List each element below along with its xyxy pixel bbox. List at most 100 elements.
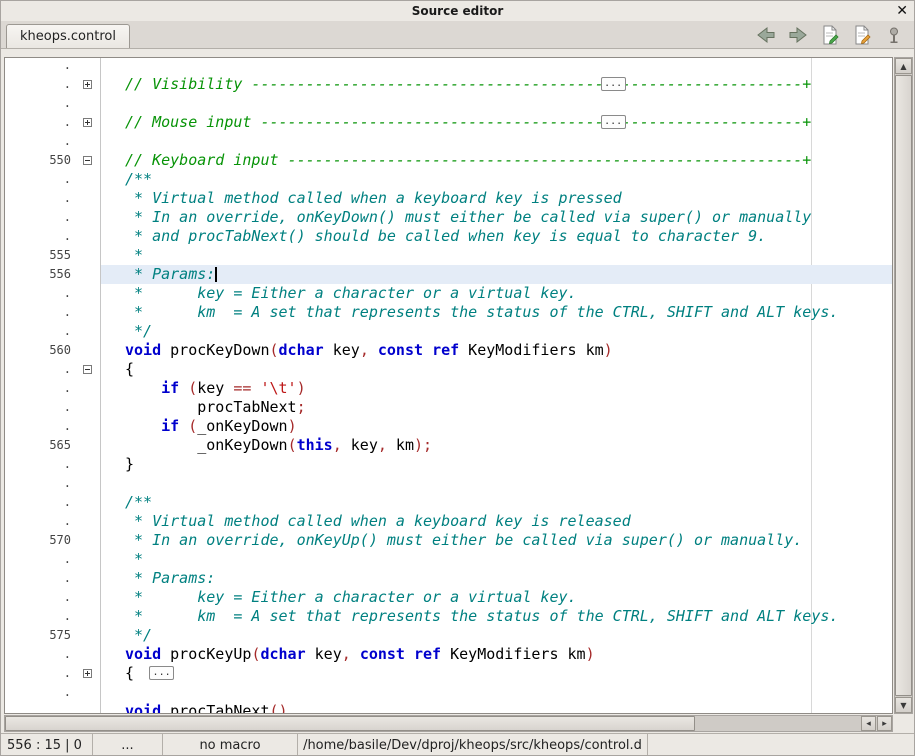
code-line[interactable]: . * key = Either a character or a virtua… xyxy=(5,588,892,607)
collapsed-code-icon[interactable]: ... xyxy=(601,77,626,91)
code-line[interactable]: 550// Keyboard input -------------------… xyxy=(5,151,892,170)
close-window-button[interactable]: ✕ xyxy=(896,2,908,20)
code-line[interactable]: . xyxy=(5,474,892,493)
code-line-text[interactable]: // Visibility --------------------------… xyxy=(101,75,892,94)
code-line[interactable]: .void procTabNext() xyxy=(5,702,892,715)
fold-expand-icon[interactable] xyxy=(83,669,92,678)
line-number: . xyxy=(5,455,75,474)
code-line-text[interactable]: * In an override, onKeyUp() must either … xyxy=(101,531,892,550)
code-line-text[interactable]: * In an override, onKeyDown() must eithe… xyxy=(101,208,892,227)
code-line-text[interactable] xyxy=(101,57,892,75)
code-line-text[interactable]: void procKeyDown(dchar key, const ref Ke… xyxy=(101,341,892,360)
code-line[interactable]: . procTabNext; xyxy=(5,398,892,417)
horizontal-scrollbar[interactable]: ◂ ▸ xyxy=(4,715,893,732)
code-line[interactable]: . * Params: xyxy=(5,569,892,588)
code-line[interactable]: . xyxy=(5,94,892,113)
code-line[interactable]: .{... xyxy=(5,664,892,683)
code-line-text[interactable]: * Params: xyxy=(101,569,892,588)
code-line[interactable]: . * Virtual method called when a keyboar… xyxy=(5,189,892,208)
code-line[interactable]: 556 * Params: xyxy=(5,265,892,284)
code-line-text[interactable]: // Mouse input -------------------------… xyxy=(101,113,892,132)
code-line-text[interactable]: } xyxy=(101,455,892,474)
code-line[interactable]: 570 * In an override, onKeyUp() must eit… xyxy=(5,531,892,550)
fold-expand-icon[interactable] xyxy=(83,118,92,127)
code-line[interactable]: . * km = A set that represents the statu… xyxy=(5,607,892,626)
scroll-up-button[interactable]: ▲ xyxy=(895,58,912,74)
code-line-text[interactable]: * key = Either a character or a virtual … xyxy=(101,284,892,303)
tab-kheops-control[interactable]: kheops.control xyxy=(6,24,130,48)
vertical-scrollbar[interactable]: ▲ ▼ xyxy=(894,57,913,714)
code-editor[interactable]: ..// Visibility ------------------------… xyxy=(4,57,893,714)
code-line-text[interactable] xyxy=(101,474,892,493)
code-line-text[interactable]: {... xyxy=(101,664,892,683)
code-line[interactable]: 555 * xyxy=(5,246,892,265)
code-line-text[interactable]: * km = A set that represents the status … xyxy=(101,303,892,322)
go-forward-button[interactable] xyxy=(786,23,810,47)
code-line[interactable]: . xyxy=(5,683,892,702)
collapsed-code-icon[interactable]: ... xyxy=(601,115,626,129)
code-line-text[interactable]: * xyxy=(101,550,892,569)
code-line-text[interactable]: */ xyxy=(101,626,892,645)
code-line-text[interactable]: /** xyxy=(101,170,892,189)
code-line-text[interactable]: * Params: xyxy=(101,265,892,284)
code-line-text[interactable] xyxy=(101,132,892,151)
scroll-left-button[interactable]: ◂ xyxy=(861,716,876,731)
edit-document-button[interactable] xyxy=(818,23,842,47)
code-line-text[interactable]: * key = Either a character or a virtual … xyxy=(101,588,892,607)
code-line[interactable]: . * Virtual method called when a keyboar… xyxy=(5,512,892,531)
code-line[interactable]: 575 */ xyxy=(5,626,892,645)
code-line-text[interactable]: * km = A set that represents the status … xyxy=(101,607,892,626)
code-line[interactable]: .} xyxy=(5,455,892,474)
code-line-text[interactable]: * and procTabNext() should be called whe… xyxy=(101,227,892,246)
code-line-text[interactable] xyxy=(101,683,892,702)
code-line-text[interactable]: void procKeyUp(dchar key, const ref KeyM… xyxy=(101,645,892,664)
detach-icon xyxy=(886,26,902,44)
code-line[interactable]: 560void procKeyDown(dchar key, const ref… xyxy=(5,341,892,360)
fold-collapse-icon[interactable] xyxy=(83,156,92,165)
status-caret-position: 556 : 15 | 0 xyxy=(1,734,93,756)
gutter: . xyxy=(5,132,101,151)
code-line[interactable]: .void procKeyUp(dchar key, const ref Key… xyxy=(5,645,892,664)
code-line[interactable]: .{ xyxy=(5,360,892,379)
code-line-text[interactable]: procTabNext; xyxy=(101,398,892,417)
horizontal-scrollbar-thumb[interactable] xyxy=(5,716,695,731)
code-line-text[interactable]: /** xyxy=(101,493,892,512)
code-line-text[interactable]: void procTabNext() xyxy=(101,702,892,715)
scroll-right-button[interactable]: ▸ xyxy=(877,716,892,731)
save-document-button[interactable] xyxy=(850,23,874,47)
code-line-text[interactable]: */ xyxy=(101,322,892,341)
code-line-text[interactable] xyxy=(101,94,892,113)
code-line[interactable]: . * and procTabNext() should be called w… xyxy=(5,227,892,246)
fold-expand-icon[interactable] xyxy=(83,80,92,89)
code-line[interactable]: . xyxy=(5,132,892,151)
code-line[interactable]: . * xyxy=(5,550,892,569)
code-line[interactable]: . if (key == '\t') xyxy=(5,379,892,398)
code-line-text[interactable]: if (_onKeyDown) xyxy=(101,417,892,436)
code-line-text[interactable]: { xyxy=(101,360,892,379)
code-line[interactable]: . * In an override, onKeyDown() must eit… xyxy=(5,208,892,227)
code-line-text[interactable]: * Virtual method called when a keyboard … xyxy=(101,512,892,531)
code-line[interactable]: .// Visibility -------------------------… xyxy=(5,75,892,94)
code-line-text[interactable]: if (key == '\t') xyxy=(101,379,892,398)
scroll-down-button[interactable]: ▼ xyxy=(895,697,912,713)
code-line[interactable]: . * key = Either a character or a virtua… xyxy=(5,284,892,303)
code-line[interactable]: . if (_onKeyDown) xyxy=(5,417,892,436)
fold-collapse-icon[interactable] xyxy=(83,365,92,374)
code-line[interactable]: . */ xyxy=(5,322,892,341)
go-back-button[interactable] xyxy=(754,23,778,47)
code-line[interactable]: ./** xyxy=(5,170,892,189)
code-line[interactable]: .// Mouse input ------------------------… xyxy=(5,113,892,132)
code-line[interactable]: 565 _onKeyDown(this, key, km); xyxy=(5,436,892,455)
code-line-text[interactable]: _onKeyDown(this, key, km); xyxy=(101,436,892,455)
detach-editor-button[interactable] xyxy=(882,23,906,47)
code-line-text[interactable]: * xyxy=(101,246,892,265)
gutter: . xyxy=(5,94,101,113)
code-line-text[interactable]: * Virtual method called when a keyboard … xyxy=(101,189,892,208)
code-line[interactable]: ./** xyxy=(5,493,892,512)
fold-column xyxy=(75,227,100,246)
code-line-text[interactable]: // Keyboard input ----------------------… xyxy=(101,151,892,170)
collapsed-code-icon[interactable]: ... xyxy=(149,666,174,680)
vertical-scrollbar-thumb[interactable] xyxy=(895,75,912,696)
code-line[interactable]: . * km = A set that represents the statu… xyxy=(5,303,892,322)
code-line[interactable]: . xyxy=(5,57,892,75)
